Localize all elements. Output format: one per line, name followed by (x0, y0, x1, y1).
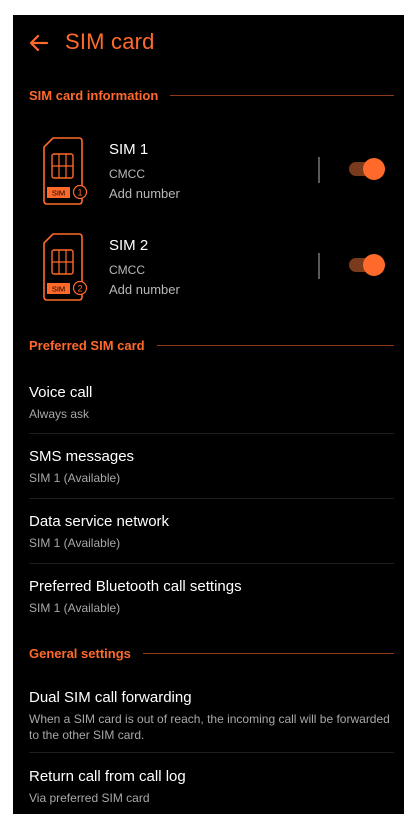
item-title: Data service network (29, 513, 170, 530)
section-header-preferred: Preferred SIM card (29, 335, 394, 355)
sim-1-row[interactable]: SIM 1 SIM 1 CMCC Add number (13, 137, 404, 221)
section-divider (142, 652, 394, 654)
row-separator (29, 498, 394, 499)
sms-messages-item[interactable]: SMS messages SIM 1 (Available) (29, 448, 394, 508)
bluetooth-call-settings-item[interactable]: Preferred Bluetooth call settings SIM 1 … (29, 578, 394, 638)
item-title: Voice call (29, 384, 93, 401)
section-divider (170, 94, 394, 96)
item-subtitle: Via preferred SIM card (29, 791, 150, 805)
section-header-sim-info: SIM card information (29, 85, 394, 105)
section-label: General settings (29, 645, 131, 661)
return-call-item[interactable]: Return call from call log Via preferred … (29, 768, 394, 814)
voice-call-item[interactable]: Voice call Always ask (29, 384, 394, 444)
sim-index-text: 1 (77, 188, 82, 198)
sim-name: SIM 2 (109, 237, 149, 254)
dual-sim-call-forwarding-item[interactable]: Dual SIM call forwarding When a SIM card… (29, 689, 394, 759)
sim-badge-text: SIM (52, 189, 65, 198)
data-service-network-item[interactable]: Data service network SIM 1 (Available) (29, 513, 394, 573)
sim-1-toggle[interactable] (349, 158, 385, 180)
item-subtitle: When a SIM card is out of reach, the inc… (29, 712, 390, 742)
item-title: Return call from call log (29, 768, 186, 785)
app-bar: SIM card (13, 15, 404, 75)
row-separator (29, 752, 394, 753)
item-title: SMS messages (29, 448, 135, 465)
add-number-link[interactable]: Add number (109, 282, 180, 297)
section-divider (156, 344, 394, 346)
add-number-link[interactable]: Add number (109, 186, 180, 201)
sim-2-row[interactable]: SIM 2 SIM 2 CMCC Add number (13, 233, 404, 317)
sim-badge-text: SIM (52, 285, 65, 294)
row-separator (29, 433, 394, 434)
toggle-knob (363, 158, 385, 180)
sim-carrier: CMCC (109, 167, 145, 181)
vertical-divider (318, 157, 320, 183)
sim-name: SIM 1 (109, 141, 149, 158)
item-subtitle: SIM 1 (Available) (29, 601, 121, 615)
sim-index-text: 2 (77, 284, 82, 294)
row-separator (29, 563, 394, 564)
section-label: Preferred SIM card (29, 337, 145, 353)
back-arrow-icon[interactable] (29, 33, 49, 53)
item-subtitle: Always ask (29, 407, 90, 421)
item-title: Dual SIM call forwarding (29, 689, 192, 706)
toggle-knob (363, 254, 385, 276)
vertical-divider (318, 253, 320, 279)
sim-card-icon: SIM 2 (43, 233, 88, 301)
item-title: Preferred Bluetooth call settings (29, 578, 242, 595)
section-header-general: General settings (29, 643, 394, 663)
section-label: SIM card information (29, 87, 159, 103)
item-subtitle: SIM 1 (Available) (29, 536, 121, 550)
item-subtitle: SIM 1 (Available) (29, 471, 121, 485)
sim-card-settings-screen: SIM card SIM card information SIM 1 SIM … (13, 15, 404, 814)
sim-carrier: CMCC (109, 263, 145, 277)
sim-card-icon: SIM 1 (43, 137, 88, 205)
page-title: SIM card (65, 29, 155, 54)
sim-2-toggle[interactable] (349, 254, 385, 276)
